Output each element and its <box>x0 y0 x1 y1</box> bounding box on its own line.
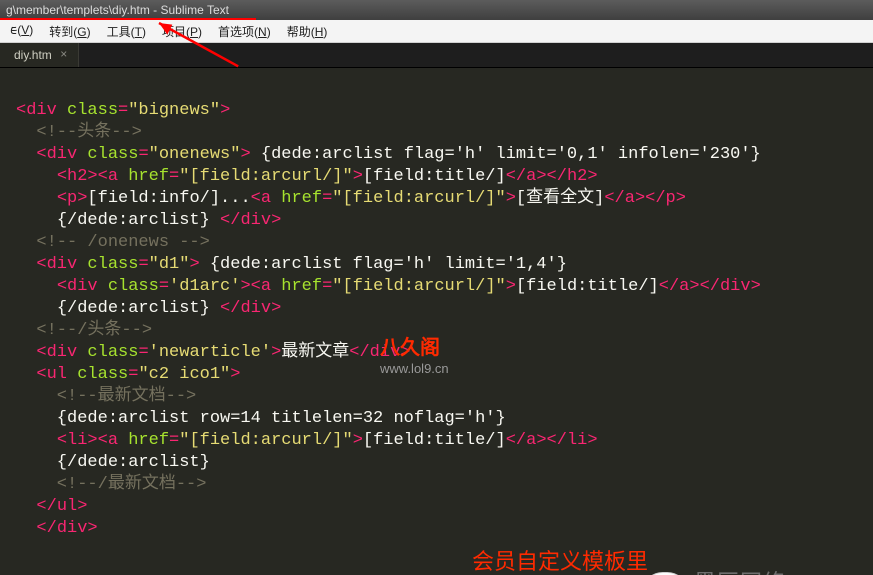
mushroom-icon <box>638 568 690 575</box>
tab-label: diy.htm <box>14 48 52 62</box>
menu-project[interactable]: 项目(P) <box>154 21 210 42</box>
brand-line1: 黑区网络 <box>694 571 806 575</box>
watermark-brand: 黑区网络 WWW.HEIQU.COM <box>638 568 806 575</box>
annotation-underline <box>0 18 256 20</box>
tab-bar: diy.htm × <box>0 43 873 68</box>
window-titlebar: g\member\templets\diy.htm - Sublime Text <box>0 0 873 20</box>
tab-diy-htm[interactable]: diy.htm × <box>0 43 79 67</box>
menu-tools[interactable]: 工具(T) <box>99 21 154 42</box>
menu-goto[interactable]: 转到(G) <box>41 21 98 42</box>
annotation-line1: 会员自定义模板里 <box>472 548 648 575</box>
window-title: g\member\templets\diy.htm - Sublime Text <box>6 3 229 17</box>
menubar: ᰀ(V) 转到(G) 工具(T) 项目(P) 首选项(N) 帮助(H) <box>0 20 873 43</box>
menu-help[interactable]: 帮助(H) <box>279 21 336 42</box>
code-editor[interactable]: <div class="bignews"> <!--头条--> <div cla… <box>0 68 873 575</box>
annotation-text: 会员自定义模板里 写织梦标签 <box>472 548 648 575</box>
close-icon[interactable]: × <box>58 48 70 60</box>
menu-prefs[interactable]: 首选项(N) <box>210 21 279 42</box>
code-content: <div class="bignews"> <!--头条--> <div cla… <box>0 68 873 546</box>
menu-view[interactable]: ᰀ(V) <box>2 20 41 42</box>
